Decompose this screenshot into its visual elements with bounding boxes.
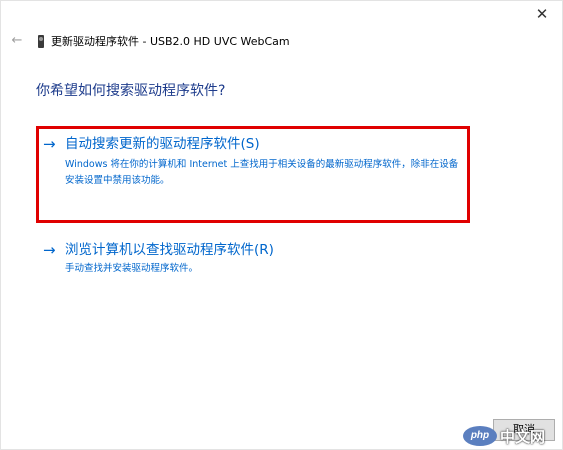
- option-text: 自动搜索更新的驱动程序软件(S) Windows 将在你的计算机和 Intern…: [65, 135, 465, 189]
- back-button[interactable]: ←: [9, 33, 25, 49]
- option-text: 浏览计算机以查找驱动程序软件(R) 手动查找并安装驱动程序软件。: [65, 241, 465, 277]
- arrow-right-icon: →: [43, 241, 56, 259]
- back-arrow-icon: ←: [11, 33, 23, 48]
- cancel-button[interactable]: 取消: [493, 419, 555, 441]
- update-driver-dialog: ✕ ← 更新驱动程序软件 - USB2.0 HD UVC WebCam 你希望如…: [0, 0, 563, 450]
- arrow-right-icon: →: [43, 135, 56, 153]
- browse-computer-option[interactable]: → 浏览计算机以查找驱动程序软件(R) 手动查找并安装驱动程序软件。: [43, 241, 465, 277]
- auto-search-option-title[interactable]: 自动搜索更新的驱动程序软件(S): [65, 135, 465, 153]
- php-logo-icon: php: [463, 426, 497, 446]
- webcam-device-icon: [37, 34, 45, 48]
- search-question-heading: 你希望如何搜索驱动程序软件?: [36, 83, 226, 99]
- dialog-title: 更新驱动程序软件 - USB2.0 HD UVC WebCam: [51, 35, 290, 48]
- auto-search-option[interactable]: → 自动搜索更新的驱动程序软件(S) Windows 将在你的计算机和 Inte…: [43, 135, 465, 189]
- browse-computer-option-description: 手动查找并安装驱动程序软件。: [65, 263, 199, 274]
- close-icon: ✕: [535, 5, 549, 23]
- browse-computer-option-title[interactable]: 浏览计算机以查找驱动程序软件(R): [65, 241, 465, 259]
- close-button[interactable]: ✕: [530, 3, 554, 25]
- auto-search-option-description: Windows 将在你的计算机和 Internet 上查找用于相关设备的最新驱动…: [65, 159, 459, 186]
- dialog-header: ← 更新驱动程序软件 - USB2.0 HD UVC WebCam: [9, 31, 290, 51]
